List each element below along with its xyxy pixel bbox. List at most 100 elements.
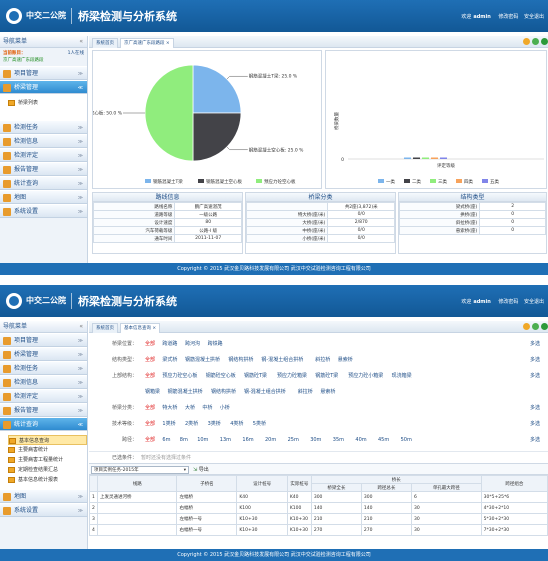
close-all-icon[interactable] (541, 323, 548, 330)
table-row[interactable]: 2 右幅桥 K100 K100 140 140 30 4*30+2*10 (89, 502, 548, 514)
filter-option[interactable]: 跨道路 (162, 337, 177, 351)
change-password-link[interactable]: 修改密码 (498, 14, 518, 20)
filter-option[interactable]: 预应力砼小箱梁 (348, 369, 383, 383)
column-header[interactable]: 子桥名 (176, 475, 238, 492)
menu-item[interactable]: 报告管理 ≫ (0, 162, 87, 176)
legend-label[interactable]: 预应力砼空心板 (264, 178, 296, 185)
current-highway[interactable]: 京广高速广东段路段 (3, 57, 84, 64)
legend-label[interactable]: 二类 (412, 178, 421, 185)
multi-select-link[interactable]: 多选 (530, 433, 540, 447)
menu-item[interactable]: 检测信息 ≫ (0, 375, 87, 389)
menu-item[interactable]: 项目管理 ≫ (0, 333, 87, 347)
filter-option[interactable]: 50m (401, 433, 412, 447)
column-subheader[interactable]: 跨径总长 (360, 483, 412, 492)
menu-item[interactable]: 报告管理 ≫ (0, 403, 87, 417)
filter-option[interactable]: 13m (220, 433, 231, 447)
filter-option[interactable]: 跨铁路 (208, 337, 223, 351)
filter-option[interactable]: 悬索桥 (320, 385, 335, 399)
bar[interactable] (440, 157, 447, 160)
menu-item[interactable]: 统计查询 ≫ (0, 176, 87, 190)
filter-option[interactable]: 钢筋砼T梁 (244, 369, 267, 383)
bar[interactable] (404, 157, 411, 160)
filter-option[interactable]: 6m (162, 433, 170, 447)
submenu-item-bridge-list[interactable]: 桥梁列表 (8, 98, 87, 108)
bar[interactable] (413, 157, 420, 160)
project-select[interactable]: 项目实例任务-2015年 ▾ (91, 466, 189, 474)
legend-label[interactable]: 四类 (464, 178, 473, 185)
filter-option[interactable]: 20m (265, 433, 276, 447)
legend-label[interactable]: 一类 (386, 178, 395, 185)
refresh-icon[interactable] (532, 323, 539, 330)
filter-option[interactable]: 3类桥 (208, 417, 221, 431)
legend-label[interactable]: 三类 (438, 178, 447, 185)
legend-label[interactable]: 钢筋混凝土T梁 (153, 178, 183, 185)
filter-option[interactable]: 钢筋混凝土拱桥 (168, 385, 203, 399)
filter-option[interactable]: 2类桥 (185, 417, 198, 431)
filter-option[interactable]: 30m (310, 433, 321, 447)
filter-option[interactable]: 8m (180, 433, 188, 447)
filter-option[interactable]: 斜拉桥 (298, 385, 313, 399)
filter-option[interactable]: 预应力砼箱梁 (277, 369, 307, 383)
filter-option[interactable]: 斜拉桥 (315, 353, 330, 367)
filter-option[interactable]: 全部 (145, 369, 155, 383)
column-header[interactable]: 线路 (96, 475, 178, 492)
column-header[interactable]: 桥长 (310, 475, 482, 484)
filter-option[interactable]: 全部 (145, 337, 155, 351)
filter-option[interactable]: 40m (355, 433, 366, 447)
menu-item[interactable]: 检测任务 ≫ (0, 120, 87, 134)
filter-option[interactable]: 跨河沟 (185, 337, 200, 351)
close-all-icon[interactable] (541, 38, 548, 45)
collapse-icon[interactable]: « (79, 36, 83, 48)
filter-option[interactable]: 钢结构拱桥 (228, 353, 253, 367)
menu-item[interactable]: 系统设置 ≫ (0, 503, 87, 517)
filter-option[interactable]: 钢-混凝土组合拱桥 (244, 385, 286, 399)
submenu-item[interactable]: 基本信息查询 (8, 435, 87, 445)
column-header[interactable]: 设计桩号 (236, 475, 288, 492)
change-password-link[interactable]: 修改密码 (498, 299, 518, 305)
menu-item[interactable]: 检测信息 ≫ (0, 134, 87, 148)
pie-slice[interactable] (192, 64, 242, 114)
menu-item[interactable]: 系统设置 ≫ (0, 204, 87, 218)
pie-slice[interactable] (144, 64, 194, 162)
filter-option[interactable]: 全部 (145, 353, 155, 367)
filter-option[interactable]: 钢结构拱桥 (211, 385, 236, 399)
menu-item[interactable]: 地图 ≫ (0, 489, 87, 503)
submenu-item[interactable]: 定期检查结果汇总 (8, 465, 87, 475)
filter-option[interactable]: 小桥 (220, 401, 230, 415)
legend-label[interactable]: 钢筋混凝土空心板 (206, 178, 242, 185)
refresh-icon[interactable] (532, 38, 539, 45)
filter-option[interactable]: 全部 (145, 401, 155, 415)
menu-item[interactable]: 桥梁管理 ≪ (0, 80, 87, 94)
multi-select-link[interactable]: 多选 (530, 353, 540, 367)
filter-option[interactable]: 全部 (145, 433, 155, 447)
multi-select-link[interactable]: 多选 (530, 417, 540, 431)
filter-option[interactable]: 4类桥 (230, 417, 243, 431)
multi-select-link[interactable]: 多选 (530, 401, 540, 415)
logout-link[interactable]: 安全退出 (524, 299, 544, 305)
filter-option[interactable]: 现浇箱梁 (392, 369, 412, 383)
filter-option[interactable]: 1类桥 (162, 417, 175, 431)
legend-label[interactable]: 五类 (490, 178, 499, 185)
tab-home[interactable]: 系统首页 (92, 323, 118, 333)
filter-option[interactable]: 25m (288, 433, 299, 447)
filter-option[interactable]: 悬索桥 (338, 353, 353, 367)
column-header[interactable]: 实际桩号 (286, 475, 312, 492)
bar[interactable] (431, 157, 438, 160)
menu-item[interactable]: 统计查询 ≪ (0, 417, 87, 431)
submenu-item[interactable]: 主要病害统计 (8, 445, 87, 455)
filter-option[interactable]: 中桥 (202, 401, 212, 415)
filter-option[interactable]: 16m (242, 433, 253, 447)
column-subheader[interactable]: 单孔最大跨径 (410, 483, 482, 492)
filter-option[interactable]: 钢箱梁 (145, 385, 160, 399)
table-row[interactable]: 1 上发灵通进河桥 左幅桥 K40 K40 300 300 6 30*5+25*6 (89, 491, 548, 503)
menu-item[interactable]: 地图 ≫ (0, 190, 87, 204)
filter-option[interactable]: 10m (197, 433, 208, 447)
filter-option[interactable]: 钢-混凝土组合拱桥 (261, 353, 303, 367)
multi-select-link[interactable]: 多选 (530, 369, 540, 383)
menu-item[interactable]: 检测评定 ≫ (0, 389, 87, 403)
submenu-item[interactable]: 基本信息统计报表 (8, 475, 87, 485)
column-header[interactable]: 跨径组合 (480, 475, 548, 492)
table-row[interactable]: 4 右幅桥一号 K10+30 K10+30 270 270 30 7*30+2*30 (89, 524, 548, 536)
tab-home[interactable]: 系统首页 (92, 38, 118, 48)
table-row[interactable]: 3 左幅桥一号 K10+30 K10+30 210 210 30 5*30+2*30 (89, 513, 548, 525)
